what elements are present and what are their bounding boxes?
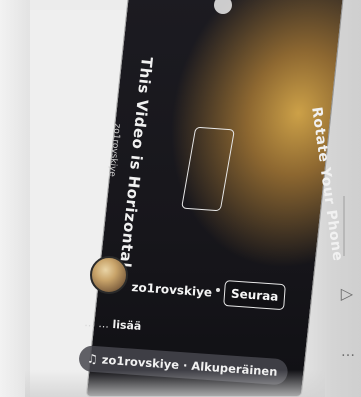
more-link[interactable]: lisää xyxy=(112,318,142,333)
more-options-icon[interactable]: … xyxy=(341,344,355,360)
description-ellipsis: ... ... xyxy=(84,316,110,331)
side-ui-edge xyxy=(343,196,355,256)
monitor-bezel-left xyxy=(0,0,30,397)
music-note-icon: ♫ xyxy=(86,351,99,367)
photo-of-screen: This Video is Horizontal zo1rovskiye Rot… xyxy=(0,0,361,397)
share-icon[interactable]: ▷ xyxy=(341,284,353,303)
avatar[interactable] xyxy=(90,256,128,294)
bottom-shadow xyxy=(25,370,325,397)
separator-dot xyxy=(216,288,220,292)
follow-button[interactable]: Seuraa xyxy=(223,280,287,311)
